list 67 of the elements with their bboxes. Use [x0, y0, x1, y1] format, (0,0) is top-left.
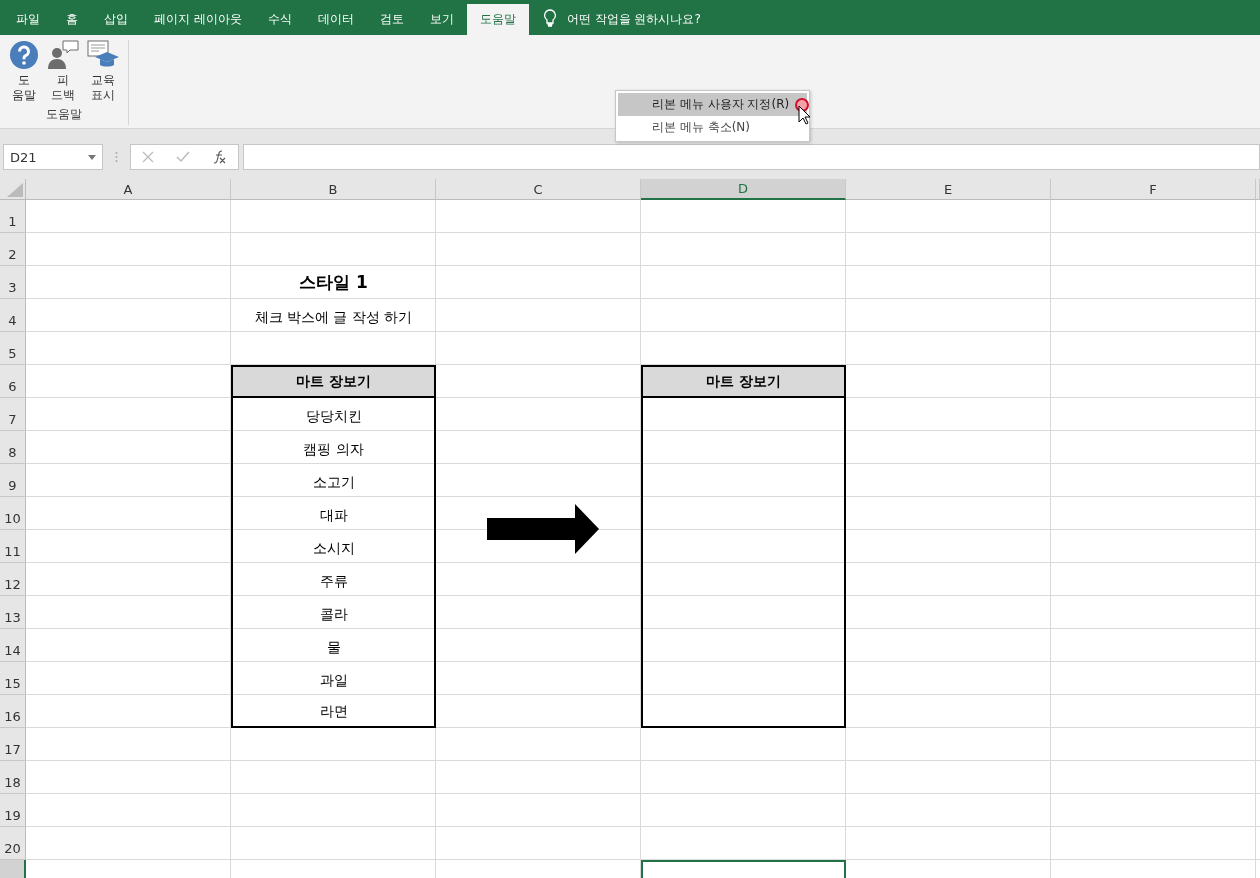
table-cell: 캠핑 의자	[231, 431, 436, 464]
row-header[interactable]: 11	[0, 530, 26, 563]
ribbon-button[interactable]: 피 드백	[44, 40, 82, 103]
row-header[interactable]: 3	[0, 266, 26, 299]
row-header[interactable]: 9	[0, 464, 26, 497]
ribbon-tab[interactable]: 홈	[53, 4, 91, 35]
row-header[interactable]: 8	[0, 431, 26, 464]
row-header[interactable]: 14	[0, 629, 26, 662]
tell-me-field[interactable]: 어떤 작업을 원하시나요?	[566, 4, 701, 35]
question-icon	[9, 40, 39, 70]
row-header[interactable]: 2	[0, 233, 26, 266]
ribbon-tab[interactable]: 수식	[254, 4, 305, 35]
column-header[interactable]: C	[436, 179, 641, 200]
column-header[interactable]: D	[641, 179, 846, 200]
table-header-cell: 마트 장보기	[641, 365, 846, 398]
row-header[interactable]: 1	[0, 200, 26, 233]
row-header[interactable]: 18	[0, 761, 26, 794]
table-cell: 과일	[231, 662, 436, 695]
function-icon[interactable]	[212, 150, 227, 164]
row-header[interactable]: 4	[0, 299, 26, 332]
ribbon-button[interactable]: 교육 표시	[84, 40, 122, 103]
column-header[interactable]: E	[846, 179, 1051, 200]
ribbon-tab[interactable]: 삽입	[91, 4, 141, 35]
row-header[interactable]: 20	[0, 827, 26, 860]
table-cell: 소고기	[231, 464, 436, 497]
column-header[interactable]: A	[26, 179, 231, 200]
row-header[interactable]: 6	[0, 365, 26, 398]
group-label: 도움말	[46, 106, 82, 123]
ribbon-button[interactable]: 도 움말	[6, 40, 42, 103]
table-cell: 물	[231, 629, 436, 662]
table-cell: 콜라	[231, 596, 436, 629]
table-cell: 대파	[231, 497, 436, 530]
row-header[interactable]: 7	[0, 398, 26, 431]
row-header[interactable]: 5	[0, 332, 26, 365]
menu-item[interactable]: 리본 메뉴 축소(N)	[618, 116, 807, 139]
row-header[interactable]: 13	[0, 596, 26, 629]
drag-handle-icon[interactable]	[115, 151, 118, 163]
formula-input[interactable]	[243, 144, 1260, 170]
check-icon[interactable]	[176, 151, 191, 163]
table-cell: 주류	[231, 563, 436, 596]
row-header[interactable]: 16	[0, 695, 26, 728]
ribbon-tab[interactable]: 검토	[366, 4, 417, 35]
row-header[interactable]: 15	[0, 662, 26, 695]
row-header[interactable]: 19	[0, 794, 26, 827]
table-cell: 소시지	[231, 530, 436, 563]
table-cell: 라면	[231, 695, 436, 728]
lightbulb-icon	[542, 9, 557, 27]
cell-text: 체크 박스에 글 작성 하기	[253, 308, 414, 327]
table-header-cell: 마트 장보기	[231, 365, 436, 398]
row-header[interactable]: 12	[0, 563, 26, 596]
table-cell: 당당치킨	[231, 398, 436, 431]
select-all-icon[interactable]	[7, 183, 23, 197]
column-header[interactable]: B	[231, 179, 436, 200]
column-header[interactable]: F	[1051, 179, 1256, 200]
ribbon-tab[interactable]: 데이터	[304, 4, 367, 35]
cell-text: 스타일 1	[298, 271, 369, 294]
name-box[interactable]: D21	[3, 144, 103, 170]
ribbon-tab[interactable]: 보기	[416, 4, 467, 35]
feedback-icon	[47, 40, 79, 70]
ribbon-tab[interactable]: 파일	[3, 4, 53, 35]
caret-icon	[88, 154, 96, 160]
cancel-icon[interactable]	[142, 151, 155, 163]
menu-item[interactable]: 리본 메뉴 사용자 지정(R)	[618, 93, 807, 116]
row-header[interactable]: 17	[0, 728, 26, 761]
ribbon-tab[interactable]: 페이지 레이아웃	[141, 4, 255, 35]
row-header[interactable]: 10	[0, 497, 26, 530]
ribbon-tab[interactable]: 도움말	[466, 4, 529, 35]
